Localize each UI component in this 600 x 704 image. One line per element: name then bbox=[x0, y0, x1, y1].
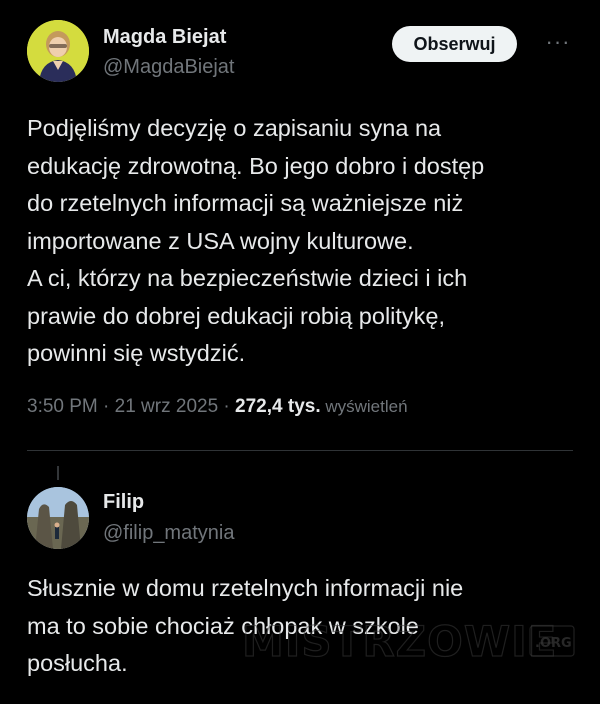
reply-author-name[interactable]: Filip bbox=[103, 491, 144, 514]
avatar-image bbox=[27, 20, 89, 82]
reply-author-handle[interactable]: @filip_matynia bbox=[103, 522, 234, 545]
tweet-header: Magda Biejat @MagdaBiejat Obserwuj ··· bbox=[27, 20, 575, 84]
reply-avatar[interactable] bbox=[27, 487, 89, 549]
view-count: 272,4 tys. bbox=[235, 396, 321, 417]
reply-text: Słusznie w domu rzetelnych informacji ni… bbox=[27, 575, 464, 676]
author-handle[interactable]: @MagdaBiejat bbox=[103, 56, 234, 79]
avatar[interactable] bbox=[27, 20, 89, 82]
tweet-text: Podjęliśmy decyzję o zapisaniu syna na e… bbox=[27, 115, 485, 366]
thread-connector bbox=[57, 466, 59, 480]
tweet-timestamp[interactable]: 3:50 PM · 21 wrz 2025 · bbox=[27, 396, 235, 417]
divider bbox=[27, 450, 573, 451]
tweet-meta: 3:50 PM · 21 wrz 2025 · 272,4 tys. wyświ… bbox=[27, 396, 577, 418]
view-count-label: wyświetleń bbox=[320, 397, 408, 416]
author-name[interactable]: Magda Biejat bbox=[103, 26, 226, 49]
more-options-icon[interactable]: ··· bbox=[542, 29, 574, 54]
follow-button[interactable]: Obserwuj bbox=[392, 26, 517, 62]
reply-avatar-image bbox=[27, 487, 89, 549]
